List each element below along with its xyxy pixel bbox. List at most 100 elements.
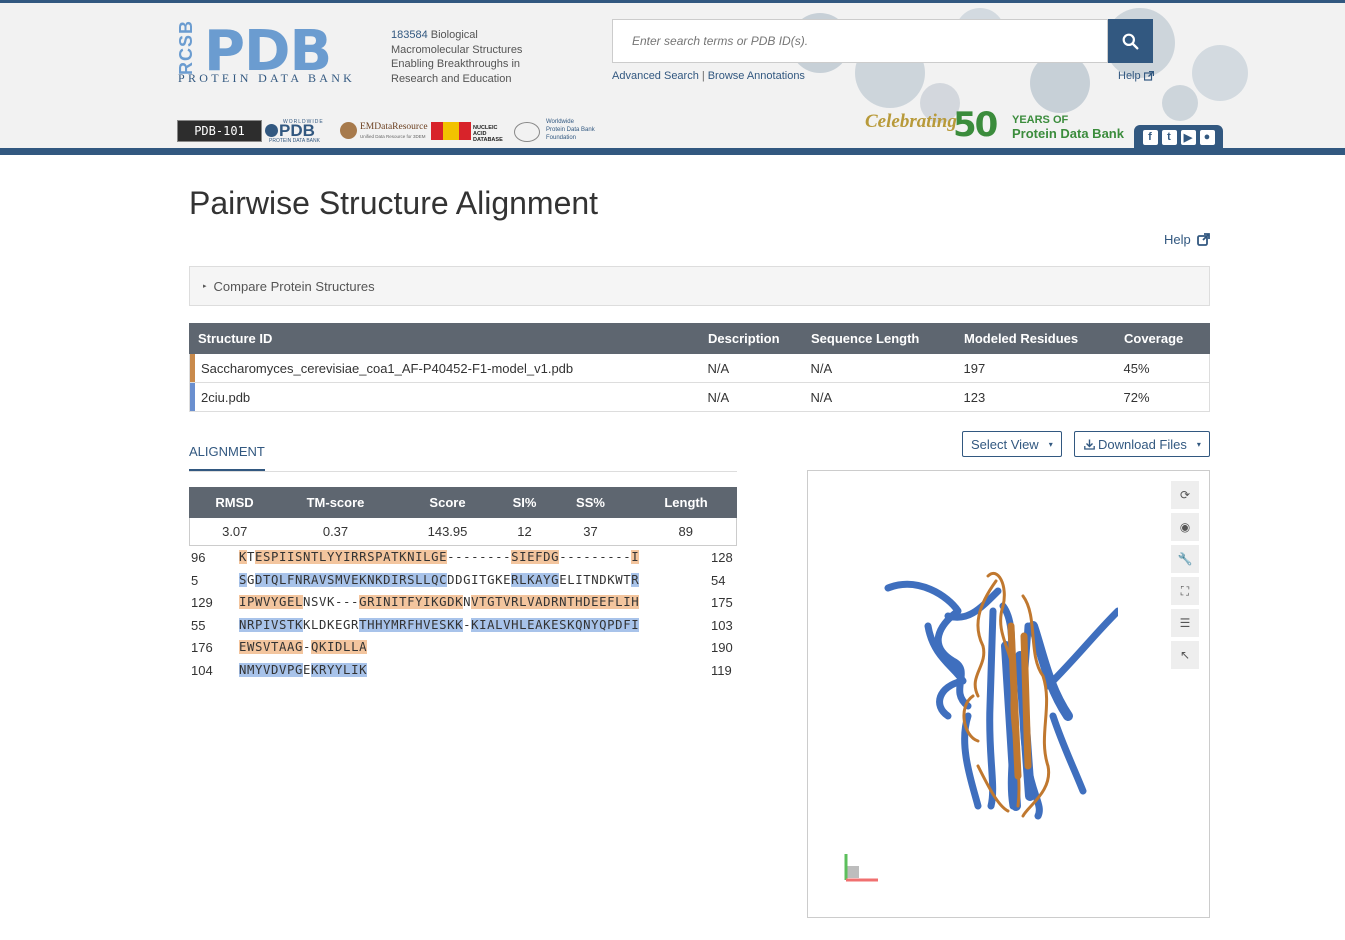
pdb101-logo[interactable]: PDB-101: [177, 120, 262, 142]
column-header: Description: [699, 323, 803, 354]
alignment-row: 104 NMYVDVPGEKRYYLIK 119: [189, 661, 737, 684]
screenshot-icon[interactable]: ◉: [1171, 513, 1199, 541]
stats-header: Score: [391, 487, 504, 518]
unaligned-residues: ---------: [559, 550, 632, 564]
sliders-icon[interactable]: ☰: [1171, 609, 1199, 637]
alignment-start-position: 55: [191, 617, 206, 633]
wwpdb-foundation-logo[interactable]: Worldwide Protein Data Bank Foundation: [514, 119, 604, 142]
emdr-sub-text: Unified Data Resource for 3DEM: [360, 134, 426, 139]
aligned-residues: IPWVYGEL: [239, 595, 304, 609]
download-files-label: Download Files: [1098, 436, 1187, 452]
header-help-label: Help: [1118, 70, 1141, 82]
fifty-text: 50: [953, 105, 998, 145]
unaligned-residues: -: [303, 640, 312, 654]
ndb-text: NUCLEIC ACID DATABASE: [473, 125, 511, 143]
chain-color-swatch: [190, 383, 195, 411]
caret-right-icon: ▸: [203, 283, 207, 290]
tab-divider: [189, 471, 737, 472]
caret-down-icon: ▾: [1196, 439, 1201, 449]
facebook-icon[interactable]: f: [1142, 129, 1158, 145]
unaligned-residues: G: [247, 572, 256, 587]
compare-structures-panel[interactable]: ▸ Compare Protein Structures: [189, 266, 1210, 306]
external-link-icon: [1196, 233, 1210, 246]
download-icon: [1084, 439, 1095, 450]
logo-pdb-text: PDB: [204, 19, 332, 84]
alignment-sequence: NMYVDVPGEKRYYLIK: [239, 661, 368, 679]
pointer-icon[interactable]: ↖: [1171, 641, 1199, 669]
external-link-icon: [1143, 71, 1154, 81]
reset-view-icon[interactable]: ⟳: [1171, 481, 1199, 509]
browse-annotations-link[interactable]: Browse Annotations: [708, 70, 805, 82]
advanced-search-link[interactable]: Advanced Search: [612, 70, 699, 82]
emdataresource-logo[interactable]: EMDataResource Unified Data Resource for…: [340, 120, 428, 142]
search-links: Advanced Search | Browse Annotations: [612, 70, 805, 82]
logo-subtitle: PROTEIN DATA BANK: [178, 71, 356, 85]
anniversary-banner[interactable]: Celebrating 50 YEARS OF Protein Data Ban…: [865, 107, 1135, 147]
compare-structures-label: Compare Protein Structures: [213, 278, 375, 294]
alignment-end-position: 190: [711, 640, 733, 655]
select-view-label: Select View: [971, 436, 1039, 452]
alignment-start-position: 176: [191, 640, 213, 655]
wwpdb-logo[interactable]: WORLDWIDE PDB PROTEIN DATA BANK: [265, 119, 337, 144]
ndb-logo[interactable]: NUCLEIC ACID DATABASE: [431, 120, 511, 143]
search-button[interactable]: [1108, 19, 1153, 63]
si-value: 12: [503, 517, 546, 546]
github-icon[interactable]: ●: [1199, 129, 1215, 145]
modeled-residues-cell: 123: [955, 382, 1116, 412]
aligned-residues: EWSVTAAG: [239, 640, 304, 654]
alignment-sequence: NRPIVSTKKLDKEGRTHHYMRFHVESKK-KIALVHLEAKE…: [239, 616, 640, 634]
wrench-icon[interactable]: 🔧: [1171, 545, 1199, 573]
help-link[interactable]: Help: [1164, 232, 1210, 247]
structure-id-cell: Saccharomyces_cerevisiae_coa1_AF-P40452-…: [189, 353, 700, 383]
tab-alignment[interactable]: ALIGNMENT: [189, 444, 265, 471]
viewer-toolbar: ⟳ ◉ 🔧 ⛶ ☰ ↖: [1171, 481, 1201, 673]
youtube-icon[interactable]: ▶: [1180, 129, 1196, 145]
globe-icon: [265, 124, 278, 137]
search-icon: [1122, 33, 1139, 49]
aligned-residues: ESPIISNTLYYIRRSPATKNILGE: [255, 550, 448, 564]
alignment-row: 129 IPWVYGELNSVK---GRINITFYIKGDKNVTGTVRLV…: [189, 593, 737, 616]
structure-id-cell: 2ciu.pdb: [189, 382, 700, 412]
ndb-block-icon: [443, 122, 459, 140]
foundation-line3: Foundation: [546, 135, 577, 141]
alignment-start-position: 5: [191, 572, 199, 588]
aligned-residues: NRPIVSTK: [239, 617, 304, 632]
search-input[interactable]: [612, 19, 1108, 63]
link-separator: |: [701, 70, 705, 82]
aligned-residues: DTQLFNRAVSMVEKNKDIRSLLQC: [255, 572, 448, 587]
unaligned-residues: DDGITGKE: [447, 572, 512, 587]
twitter-icon[interactable]: t: [1161, 129, 1177, 145]
structure-count-link[interactable]: 183584: [391, 29, 428, 41]
coverage-cell: 72%: [1115, 382, 1210, 412]
aligned-residues: R: [631, 572, 640, 587]
aligned-residues: SIEFDG: [511, 550, 560, 564]
partner-logos: PDB-101 WORLDWIDE PDB PROTEIN DATA BANK …: [177, 119, 604, 144]
header-help-link[interactable]: Help: [1118, 70, 1154, 82]
stats-header: SI%: [503, 487, 546, 518]
sequence-alignment: 96 KTESPIISNTLYYIRRSPATKNILGE--------SIEF…: [189, 548, 737, 683]
select-view-button[interactable]: Select View ▾: [962, 431, 1062, 457]
page-title: Pairwise Structure Alignment: [189, 185, 599, 221]
unaligned-residues: NSVK---: [303, 595, 360, 609]
emdr-seal-icon: [340, 122, 357, 139]
protein-3d-render[interactable]: [878, 566, 1118, 826]
aligned-residues: THHYMRFHVESKK: [359, 617, 464, 632]
help-label: Help: [1164, 232, 1191, 247]
aligned-residues: GRINITFYIKGDK: [359, 595, 464, 609]
years-of-text: YEARS OF: [1012, 114, 1069, 126]
structure-viewer[interactable]: ⟳ ◉ 🔧 ⛶ ☰ ↖: [807, 470, 1210, 918]
coverage-cell: 45%: [1115, 353, 1210, 383]
ndb-block-icon: [431, 122, 443, 140]
alignment-row: 176 EWSVTAAG-QKIDLLA 190: [189, 638, 737, 661]
expand-icon[interactable]: ⛶: [1171, 577, 1199, 605]
social-links: f t ▶ ●: [1134, 125, 1223, 149]
download-files-button[interactable]: Download Files ▾: [1074, 431, 1210, 457]
alignment-sequence: EWSVTAAG-QKIDLLA: [239, 638, 368, 656]
wwpdb-sub-text: PROTEIN DATA BANK: [269, 138, 320, 144]
rcsb-pdb-logo[interactable]: RCSB PDB PROTEIN DATA BANK: [176, 19, 386, 87]
chain-b-ribbon: [884, 580, 1118, 820]
site-header: RCSB PDB PROTEIN DATA BANK 183584 Biolog…: [0, 0, 1345, 155]
logo-rcsb-text: RCSB: [176, 19, 196, 75]
foundation-line1: Worldwide: [546, 119, 574, 125]
description-cell: N/A: [699, 353, 803, 383]
